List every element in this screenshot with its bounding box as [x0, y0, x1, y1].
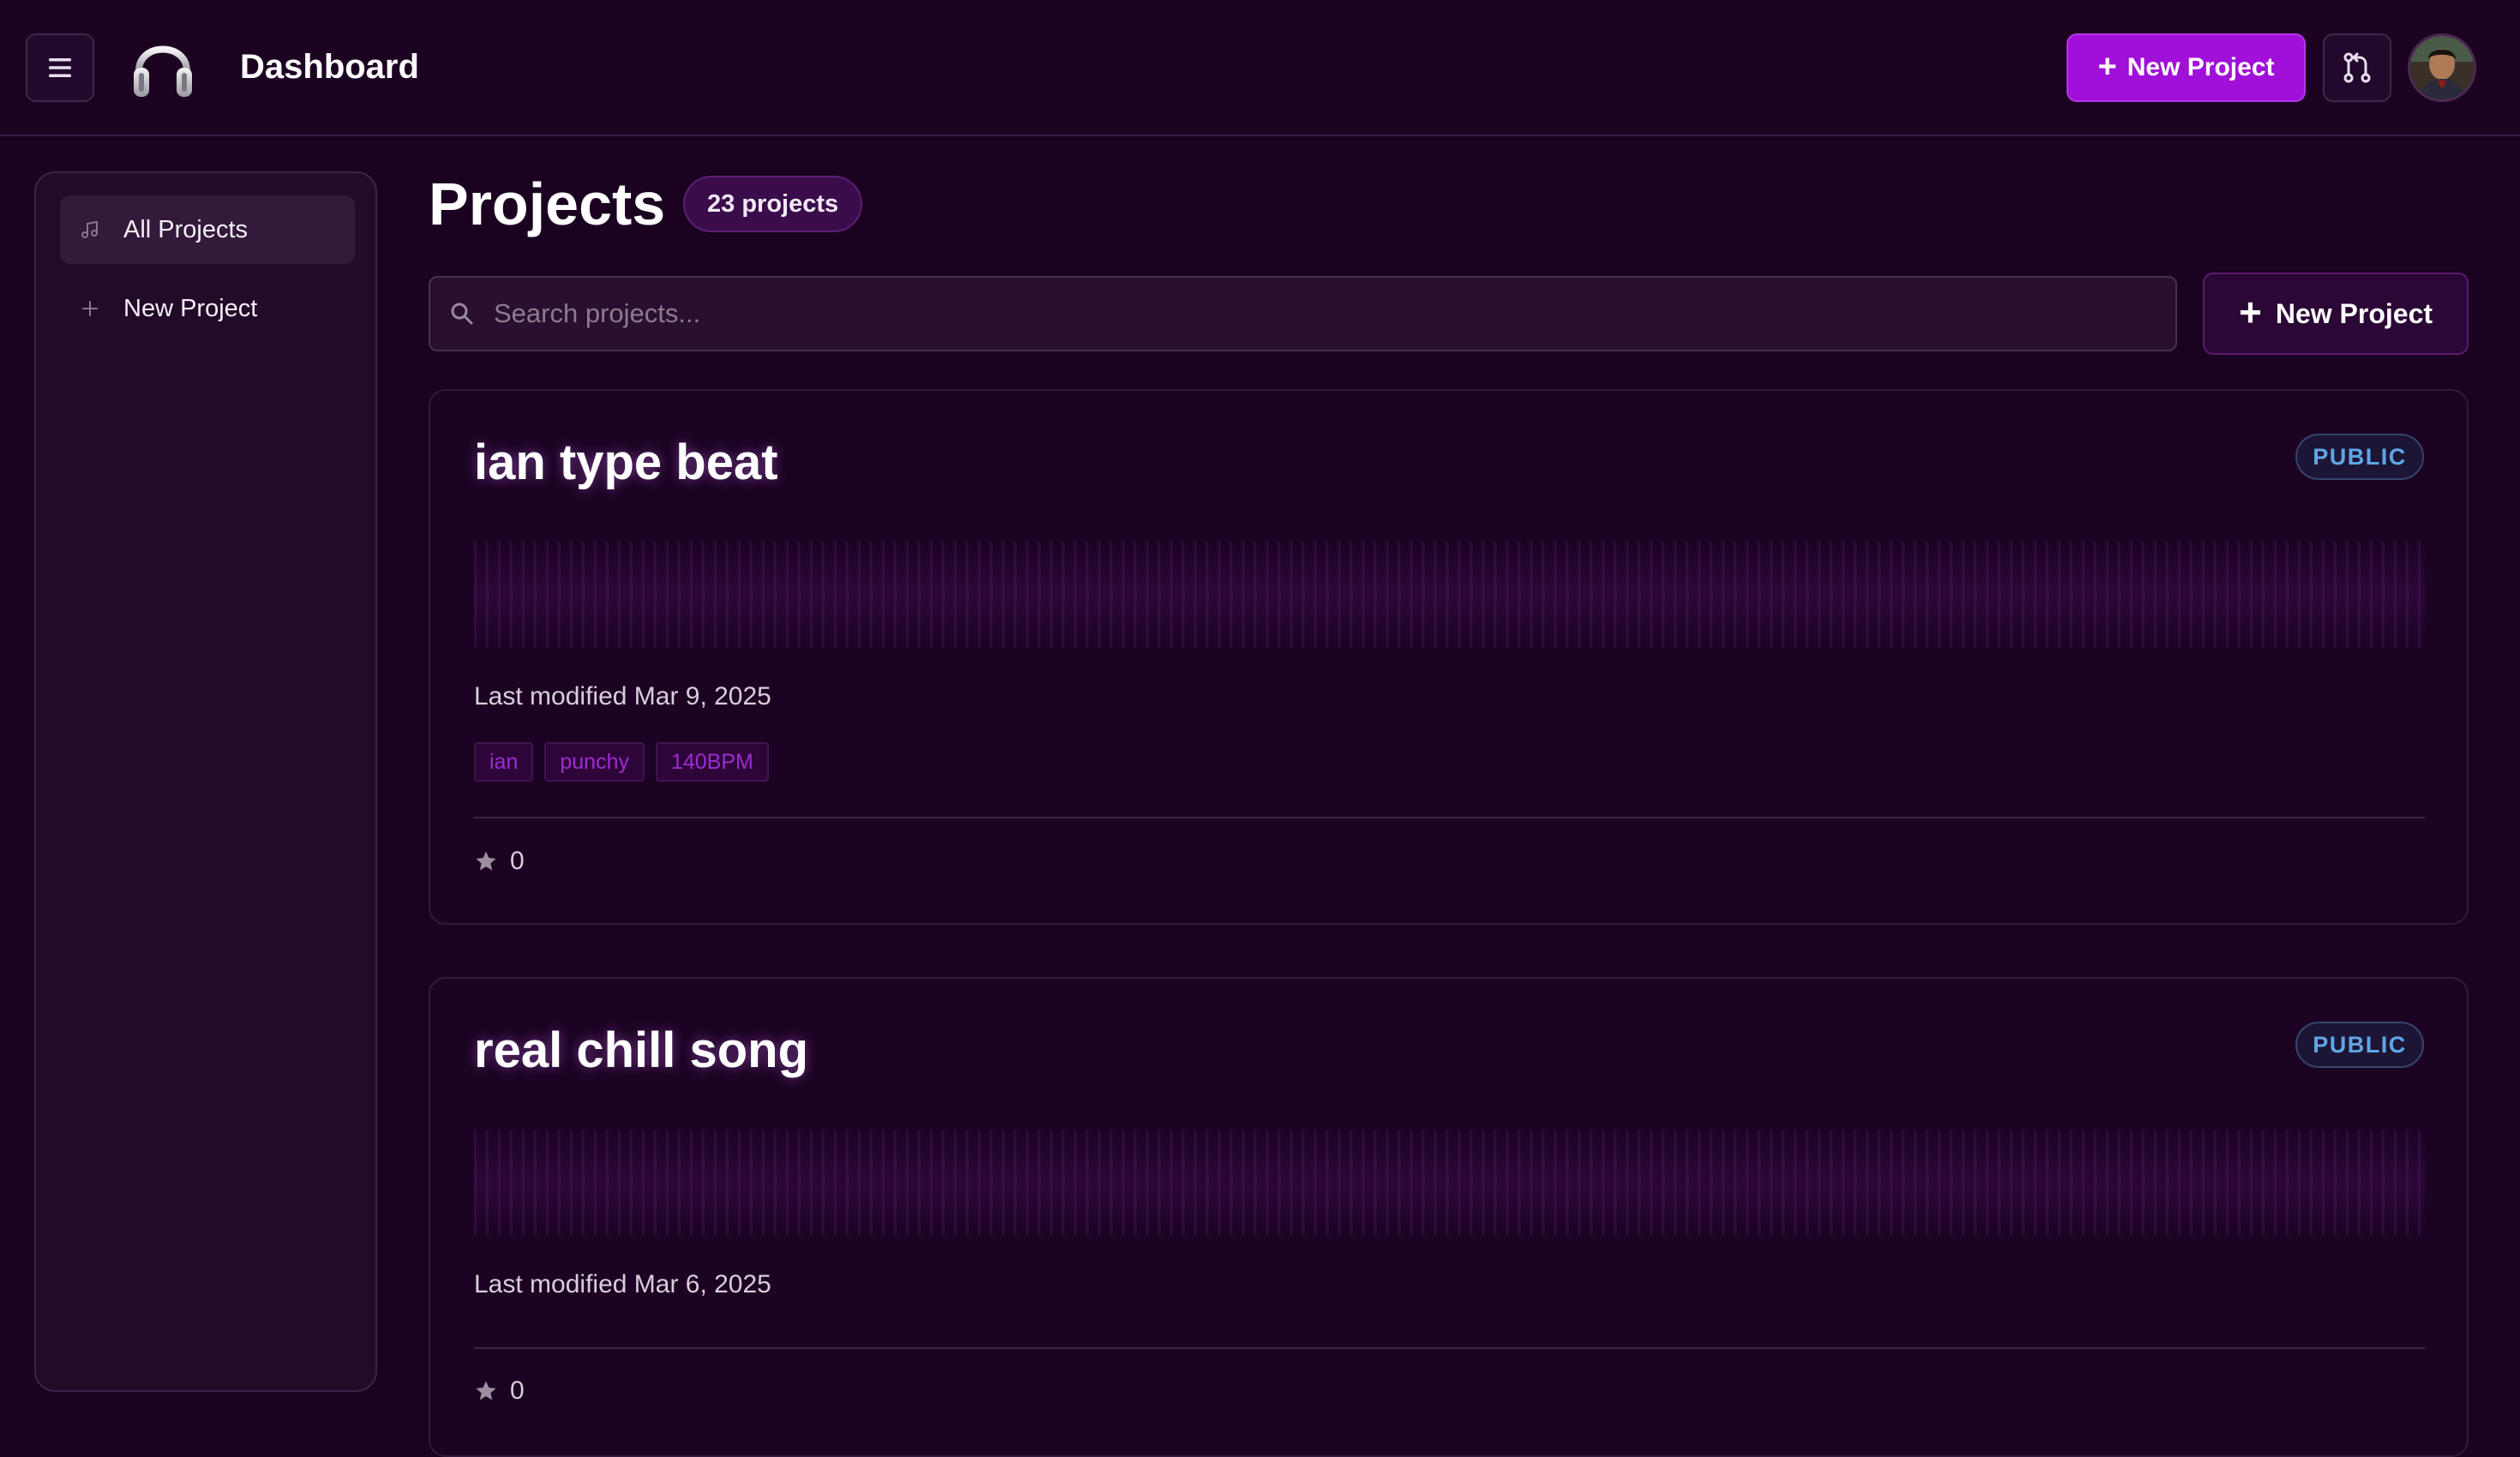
- git-button[interactable]: [2323, 33, 2391, 102]
- tag[interactable]: punchy: [544, 742, 645, 782]
- hamburger-icon: [49, 58, 71, 77]
- sidebar-item-label: New Project: [123, 294, 258, 322]
- search-icon: [430, 301, 494, 327]
- top-header: Dashboard + New Project: [0, 0, 2520, 136]
- star-icon: [476, 851, 496, 871]
- new-project-button[interactable]: + New Project: [2203, 273, 2469, 355]
- card-divider: [474, 817, 2425, 818]
- sidebar-item-label: All Projects: [123, 215, 249, 243]
- tag[interactable]: 140BPM: [656, 742, 769, 782]
- menu-button[interactable]: [26, 33, 94, 102]
- star-icon: [476, 1381, 496, 1400]
- project-card[interactable]: ian type beat PUBLIC Last modified Mar 9…: [429, 389, 2469, 925]
- tag[interactable]: ian: [474, 742, 534, 782]
- headphones-icon: [134, 45, 192, 97]
- sidebar: All Projects New Project: [34, 171, 377, 1392]
- last-modified: Last modified Mar 9, 2025: [474, 682, 771, 711]
- star-count[interactable]: 0: [474, 847, 525, 876]
- search-input[interactable]: [494, 298, 2175, 329]
- waveform-preview: [474, 1130, 2425, 1236]
- search-bar[interactable]: [429, 276, 2177, 351]
- user-avatar[interactable]: [2408, 33, 2476, 102]
- app-title: Dashboard: [240, 48, 419, 86]
- waveform-preview: [474, 542, 2425, 648]
- header-new-project-label: New Project: [2127, 53, 2275, 81]
- sidebar-item-new-project[interactable]: New Project: [60, 274, 355, 343]
- header-new-project-button[interactable]: + New Project: [2067, 33, 2306, 102]
- avatar-image: [2410, 36, 2474, 99]
- visibility-badge: PUBLIC: [2295, 434, 2424, 480]
- project-card[interactable]: real chill song PUBLIC Last modified Mar…: [429, 977, 2469, 1457]
- project-title[interactable]: ian type beat: [474, 434, 778, 491]
- page-title: Projects: [429, 171, 666, 237]
- visibility-badge: PUBLIC: [2295, 1022, 2424, 1068]
- last-modified: Last modified Mar 6, 2025: [474, 1270, 771, 1298]
- git-pull-request-icon: [2343, 52, 2371, 83]
- project-title[interactable]: real chill song: [474, 1022, 808, 1079]
- star-count[interactable]: 0: [474, 1376, 525, 1406]
- project-count-badge: 23 projects: [683, 176, 863, 232]
- tag-list: ian punchy 140BPM: [474, 742, 769, 782]
- plus-icon: [60, 299, 120, 318]
- plus-icon: +: [2238, 290, 2262, 334]
- plus-icon: +: [2097, 48, 2117, 85]
- star-count-value: 0: [510, 847, 525, 875]
- star-count-value: 0: [510, 1376, 525, 1405]
- new-project-label: New Project: [2275, 297, 2433, 329]
- headphones-logo[interactable]: [129, 29, 197, 103]
- sidebar-item-all-projects[interactable]: All Projects: [60, 195, 355, 264]
- music-note-icon: [60, 219, 120, 240]
- card-divider: [474, 1347, 2425, 1349]
